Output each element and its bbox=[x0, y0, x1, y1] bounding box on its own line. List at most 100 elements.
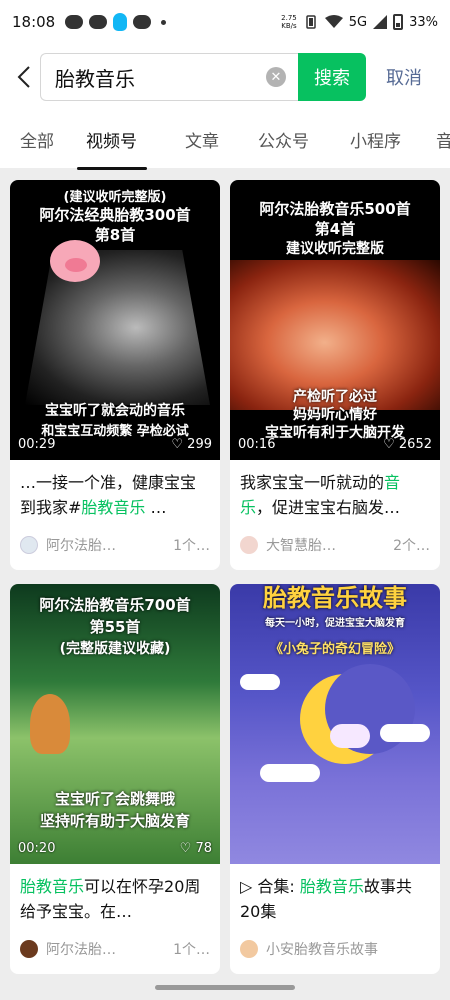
network-type: 5G bbox=[348, 14, 368, 30]
status-time: 18:08 bbox=[12, 13, 56, 31]
duration: 00:20 bbox=[18, 841, 56, 856]
more-notifications-icon bbox=[161, 19, 167, 25]
search-input[interactable]: 胎教音乐 ✕ bbox=[40, 53, 298, 101]
video-caption: 每天一小时，促进宝宝大脑发育 bbox=[265, 618, 405, 629]
like-count: 78 bbox=[195, 841, 212, 856]
clear-icon[interactable]: ✕ bbox=[266, 67, 286, 87]
video-meta: 00:20 ♡ 78 bbox=[18, 841, 212, 856]
video-caption: 坚持听有助于大脑发育 bbox=[39, 812, 190, 830]
avatar bbox=[20, 940, 38, 958]
cancel-button[interactable]: 取消 bbox=[386, 64, 422, 90]
author-row[interactable]: 阿尔法胎… 1个… bbox=[10, 924, 220, 974]
video-thumbnail[interactable]: 阿尔法胎教音乐700首 第55首 (完整版建议收藏) 宝宝听了会跳舞哦 坚持听有… bbox=[10, 584, 220, 864]
video-card[interactable]: 胎教音乐故事 每天一小时，促进宝宝大脑发育 《小兔子的奇幻冒险》 ▷ 合集: 胎… bbox=[230, 584, 440, 974]
status-right: 2.75 KB/s 5G 33% bbox=[281, 14, 438, 30]
heart-icon: ♡ bbox=[179, 841, 196, 856]
status-bar: 18:08 2.75 KB/s 5G 33% bbox=[0, 0, 450, 44]
video-description: …一接一个准，健康宝宝到我家#胎教音乐 … bbox=[10, 460, 220, 520]
video-caption: 胎教音乐故事 bbox=[263, 584, 407, 612]
vibrate-icon bbox=[305, 15, 316, 29]
search-bar: 胎教音乐 ✕ 搜索 取消 bbox=[0, 44, 450, 110]
video-caption: 建议收听完整版 bbox=[286, 241, 384, 257]
signal-icon bbox=[373, 15, 388, 29]
collection-icon: ▷ bbox=[240, 877, 258, 896]
author-name: 小安胎教音乐故事 bbox=[266, 942, 378, 958]
tab-channels[interactable]: 视频号 bbox=[86, 127, 137, 152]
battery-icon bbox=[393, 14, 404, 30]
video-description: 我家宝宝一听就动的音乐，促进宝宝右脑发… bbox=[230, 460, 440, 520]
wechat-icon bbox=[89, 15, 108, 29]
desc-highlight: 胎教音乐 bbox=[20, 877, 85, 896]
wechat-icon bbox=[65, 15, 84, 29]
video-card[interactable]: 阿尔法胎教音乐500首 第4首 建议收听完整版 产检听了必过 妈妈听心情好 宝宝… bbox=[230, 180, 440, 570]
desc-highlight: 胎教音乐 bbox=[81, 498, 146, 517]
video-caption: 阿尔法经典胎教300首 bbox=[39, 206, 191, 224]
video-caption: 阿尔法胎教音乐700首 bbox=[39, 596, 191, 614]
video-card[interactable]: (建议收听完整版) 阿尔法经典胎教300首 第8首 宝宝听了就会动的音乐 和宝宝… bbox=[10, 180, 220, 570]
tab-official-accounts[interactable]: 公众号 bbox=[258, 127, 309, 152]
like-count: 2652 bbox=[398, 437, 432, 452]
cloud-image bbox=[260, 764, 320, 782]
cloud-image bbox=[380, 724, 430, 742]
search-button[interactable]: 搜索 bbox=[298, 53, 366, 101]
video-description: ▷ 合集: 胎教音乐故事共20集 bbox=[230, 864, 440, 924]
video-caption: 宝宝听了就会动的音乐 bbox=[45, 403, 185, 419]
cloud-image bbox=[240, 674, 280, 690]
video-card[interactable]: 阿尔法胎教音乐700首 第55首 (完整版建议收藏) 宝宝听了会跳舞哦 坚持听有… bbox=[10, 584, 220, 974]
desc-text: 合集: bbox=[257, 877, 300, 896]
back-arrow-icon bbox=[17, 66, 30, 88]
tab-music[interactable]: 音 bbox=[436, 127, 450, 152]
heart-icon: ♡ bbox=[383, 437, 399, 452]
tab-articles[interactable]: 文章 bbox=[185, 127, 219, 152]
video-meta: 00:29 ♡ 299 bbox=[18, 437, 212, 452]
author-row[interactable]: 小安胎教音乐故事 bbox=[230, 924, 440, 974]
likes: ♡ 299 bbox=[171, 437, 212, 452]
video-thumbnail[interactable]: (建议收听完整版) 阿尔法经典胎教300首 第8首 宝宝听了就会动的音乐 和宝宝… bbox=[10, 180, 220, 460]
author-row[interactable]: 阿尔法胎… 1个… bbox=[10, 520, 220, 570]
network-speed: 2.75 KB/s bbox=[281, 14, 297, 30]
battery-level: 33% bbox=[409, 14, 438, 30]
author-name: 大智慧胎… bbox=[266, 538, 336, 554]
video-caption: 产检听了必过 bbox=[293, 389, 377, 405]
wechat-icon bbox=[133, 15, 152, 29]
author-name: 阿尔法胎… bbox=[46, 942, 116, 958]
tab-mini-programs[interactable]: 小程序 bbox=[350, 127, 401, 152]
duration: 00:29 bbox=[18, 437, 56, 452]
tab-all[interactable]: 全部 bbox=[20, 127, 54, 152]
video-description: 胎教音乐可以在怀孕20周给予宝宝。在… bbox=[10, 864, 220, 924]
author-name: 阿尔法胎… bbox=[46, 538, 116, 554]
unicorn-image bbox=[330, 724, 370, 748]
video-thumbnail[interactable]: 阿尔法胎教音乐500首 第4首 建议收听完整版 产检听了必过 妈妈听心情好 宝宝… bbox=[230, 180, 440, 460]
video-caption: 《小兔子的奇幻冒险》 bbox=[269, 642, 400, 657]
search-query: 胎教音乐 bbox=[55, 66, 135, 91]
video-caption: 第4首 bbox=[314, 220, 356, 238]
video-count: 1个… bbox=[173, 942, 210, 958]
duration: 00:16 bbox=[238, 437, 276, 452]
pig-icon bbox=[50, 240, 100, 282]
notification-icons bbox=[65, 13, 167, 31]
wifi-icon bbox=[324, 15, 343, 28]
back-button[interactable] bbox=[4, 57, 44, 97]
video-thumbnail[interactable]: 胎教音乐故事 每天一小时，促进宝宝大脑发育 《小兔子的奇幻冒险》 bbox=[230, 584, 440, 864]
likes: ♡ 2652 bbox=[383, 437, 432, 452]
avatar bbox=[240, 940, 258, 958]
avatar bbox=[240, 536, 258, 554]
ultrasound-image bbox=[25, 250, 210, 405]
author-row[interactable]: 大智慧胎… 2个… bbox=[230, 520, 440, 570]
desc-text: 我家宝宝一听就动的 bbox=[240, 473, 385, 492]
video-caption: (完整版建议收藏) bbox=[59, 641, 171, 657]
like-count: 299 bbox=[187, 437, 212, 452]
desc-text: ，促进宝宝右脑发… bbox=[256, 498, 401, 517]
video-count: 2个… bbox=[393, 538, 430, 554]
likes: ♡ 78 bbox=[180, 841, 212, 856]
desc-text: … bbox=[145, 498, 167, 517]
video-caption: 第55首 bbox=[89, 618, 141, 636]
video-caption: 宝宝听了会跳舞哦 bbox=[54, 790, 175, 808]
cartoon-girl-image bbox=[30, 694, 70, 754]
video-caption: 阿尔法胎教音乐500首 bbox=[259, 200, 411, 218]
speed-value: 2.75 bbox=[281, 14, 297, 22]
home-indicator[interactable] bbox=[155, 985, 295, 990]
video-count: 1个… bbox=[173, 538, 210, 554]
video-caption: 第8首 bbox=[94, 226, 136, 244]
avatar bbox=[20, 536, 38, 554]
